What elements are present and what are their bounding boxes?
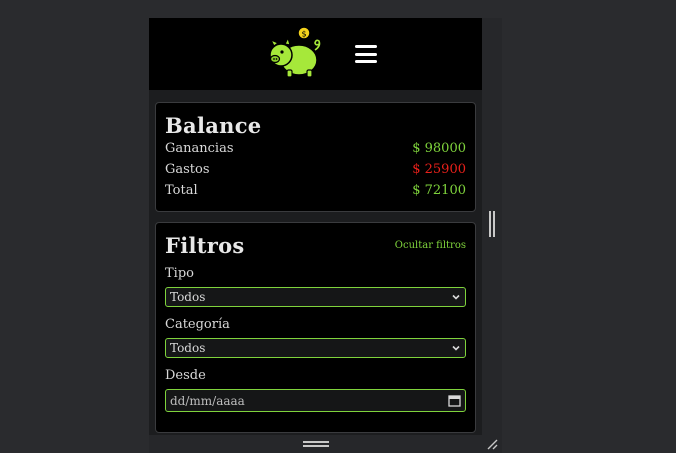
balance-row-ganancias: Ganancias $ 98000 — [165, 138, 466, 159]
vertical-scrollbar[interactable] — [482, 18, 502, 435]
chevron-down-icon — [452, 345, 460, 351]
calendar-icon[interactable] — [448, 394, 461, 407]
svg-text:$: $ — [301, 30, 306, 39]
balance-row-total: Total $ 72100 — [165, 180, 466, 201]
tipo-selected-value: Todos — [170, 290, 206, 304]
tipo-label: Tipo — [165, 266, 194, 281]
categoria-select[interactable]: Todos — [165, 338, 466, 358]
bottom-resize-bar[interactable] — [149, 435, 502, 453]
filters-title: Filtros — [165, 233, 245, 258]
chevron-down-icon — [452, 294, 460, 300]
desde-date-input[interactable]: dd/mm/aaaa — [165, 389, 466, 412]
scrollbar-grip-icon[interactable] — [489, 211, 495, 237]
categoria-selected-value: Todos — [170, 341, 206, 355]
balance-label: Ganancias — [165, 141, 234, 156]
balance-card: Balance Ganancias $ 98000 Gastos $ 25900… — [155, 102, 476, 212]
tipo-select[interactable]: Todos — [165, 287, 466, 307]
balance-value: $ 25900 — [412, 162, 466, 177]
resize-grip-icon[interactable] — [486, 438, 498, 450]
app-header: $ — [149, 18, 482, 90]
menu-bar — [354, 52, 377, 56]
categoria-label: Categoría — [165, 317, 230, 332]
desde-label: Desde — [165, 368, 206, 383]
balance-value: $ 98000 — [412, 141, 466, 156]
hide-filters-link[interactable]: Ocultar filtros — [395, 240, 466, 251]
app-viewport: $ Balance Ganancias $ 98000 Gastos $ 259… — [149, 18, 482, 435]
balance-label: Total — [165, 183, 198, 198]
menu-bar — [354, 60, 377, 63]
balance-row-gastos: Gastos $ 25900 — [165, 159, 466, 180]
hamburger-menu-icon[interactable] — [354, 45, 377, 63]
menu-bar — [354, 45, 377, 48]
balance-value: $ 72100 — [412, 183, 466, 198]
balance-title: Balance — [165, 113, 262, 138]
filters-header: Filtros Ocultar filtros — [165, 233, 466, 258]
desde-placeholder: dd/mm/aaaa — [170, 393, 245, 408]
drag-handle-icon[interactable] — [303, 441, 329, 447]
piggy-bank-logo[interactable]: $ — [263, 24, 325, 84]
balance-label: Gastos — [165, 162, 210, 177]
filters-card: Filtros Ocultar filtros Tipo Todos Categ… — [155, 222, 476, 433]
